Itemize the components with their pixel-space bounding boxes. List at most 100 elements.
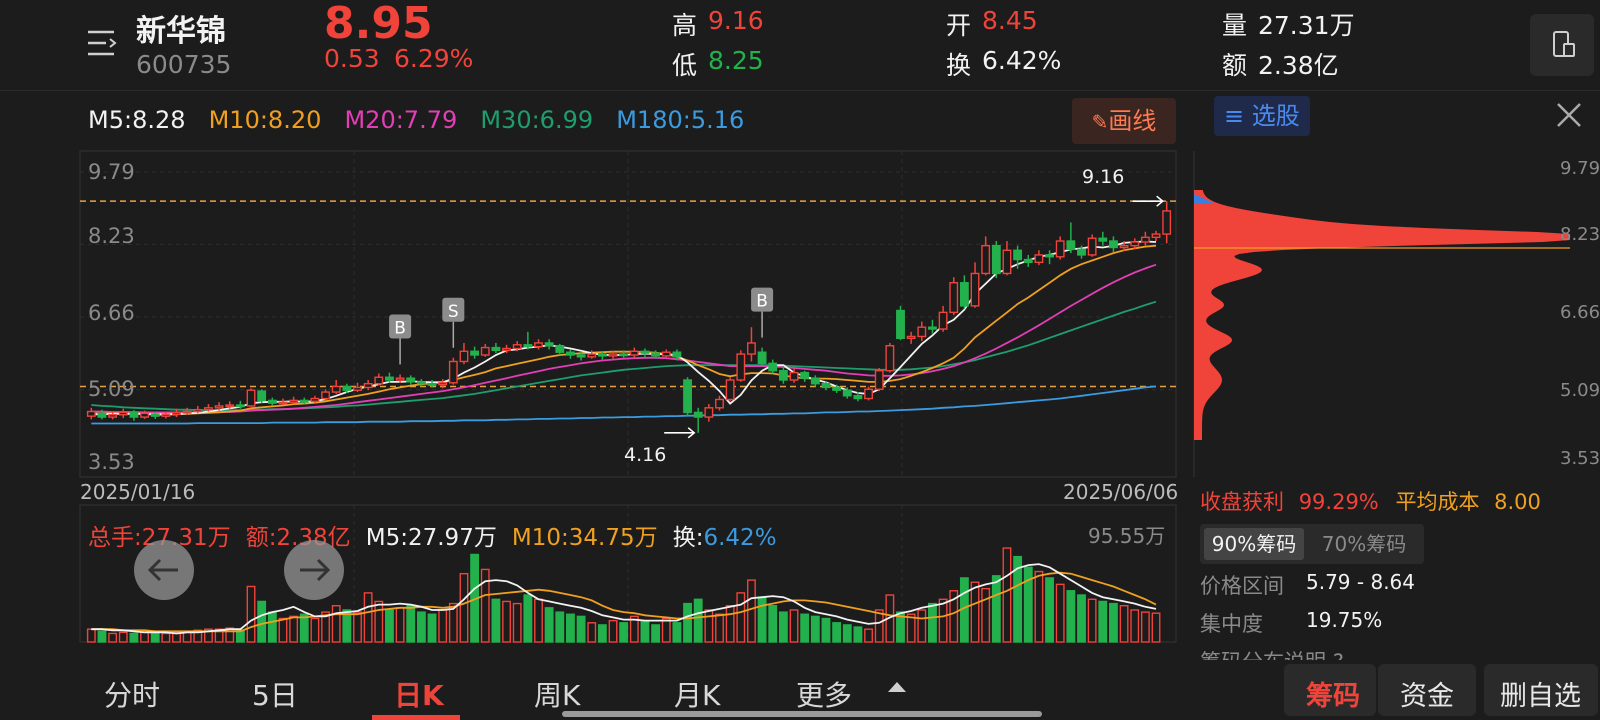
vol-turnover-value: 6.42% xyxy=(703,525,777,551)
candle-body-40 xyxy=(512,344,522,350)
trade-marker-label-0: B xyxy=(394,318,406,338)
candle-body-101 xyxy=(1162,210,1172,235)
tab-weekly-k[interactable]: 周K xyxy=(534,674,580,714)
candle-body-89 xyxy=(1034,254,1044,264)
candle-body-84 xyxy=(981,244,991,275)
close-icon[interactable] xyxy=(1554,100,1584,130)
volume-bar-72 xyxy=(853,626,863,643)
candle-body-69 xyxy=(821,383,831,389)
tab-daily-k[interactable]: 日K xyxy=(394,674,444,714)
volume-bar-96 xyxy=(1109,602,1118,643)
scroll-right-button[interactable] xyxy=(284,540,344,600)
candle-body-65 xyxy=(778,370,788,381)
candle-body-51 xyxy=(629,350,639,356)
chip-y-tick-4: 5.09 xyxy=(1560,380,1600,401)
candle-body-2 xyxy=(108,414,118,418)
volume-bar-33 xyxy=(438,609,448,643)
volume-bar-83 xyxy=(970,581,980,643)
candle-body-29 xyxy=(395,377,405,381)
volume-bar-61 xyxy=(736,592,746,643)
volume-bar-95 xyxy=(1098,600,1108,643)
price-range-label: 价格区间 xyxy=(1200,574,1284,598)
volume-bar-62 xyxy=(747,579,756,643)
volume-bar-17 xyxy=(267,611,277,643)
caret-up-icon[interactable] xyxy=(888,682,906,692)
volume-bar-55 xyxy=(672,622,682,643)
volume-bar-41 xyxy=(523,594,533,643)
tab-daily-k-underline xyxy=(372,715,460,720)
volume-bar-39 xyxy=(502,600,511,643)
avg-cost-label: 平均成本 xyxy=(1395,490,1480,514)
candle-body-79 xyxy=(928,326,937,330)
y-tick-2: 8.23 xyxy=(88,224,135,248)
candle-body-12 xyxy=(214,405,224,409)
candle-body-20 xyxy=(299,399,309,403)
chip-panel-title[interactable]: ≡ 选股 xyxy=(1214,96,1310,136)
candle-body-47 xyxy=(587,353,597,358)
volume-bar-65 xyxy=(778,611,788,643)
chip-y-tick-3: 6.66 xyxy=(1560,302,1600,323)
volume-bar-98 xyxy=(1130,609,1140,643)
tab-90-chip[interactable]: 90%筹码 xyxy=(1204,528,1304,560)
candle-body-68 xyxy=(810,377,820,385)
chip-y-tick-5: 3.53 xyxy=(1560,448,1600,469)
vol-m10: M10:34.75万 xyxy=(511,525,658,551)
volume-bar-29 xyxy=(395,607,405,643)
volume-bar-86 xyxy=(1002,547,1012,643)
volume-bar-46 xyxy=(576,615,586,643)
candle-body-31 xyxy=(416,381,426,385)
scroll-left-button[interactable] xyxy=(134,540,194,600)
chip-distribution xyxy=(1194,190,1570,440)
volume-bar-28 xyxy=(385,609,394,643)
candle-body-26 xyxy=(363,383,373,389)
volume-bar-43 xyxy=(544,607,554,643)
volume-bar-56 xyxy=(683,602,692,643)
candle-body-61 xyxy=(736,353,746,381)
volume-bar-26 xyxy=(363,592,373,643)
tab-5day[interactable]: 5日 xyxy=(252,674,298,714)
candle-body-94 xyxy=(1087,237,1097,256)
candle-body-77 xyxy=(906,335,916,340)
candle-body-6 xyxy=(150,413,160,417)
tab-more[interactable]: 更多 xyxy=(796,674,852,714)
y-tick-5: 3.53 xyxy=(88,450,135,474)
tab-timeshare[interactable]: 分时 xyxy=(104,674,160,714)
volume-bar-35 xyxy=(459,572,469,643)
volume-bar-78 xyxy=(917,609,927,643)
volume-bar-3 xyxy=(118,631,128,643)
candle-body-22 xyxy=(321,391,330,400)
profit-value: 99.29% xyxy=(1298,490,1379,514)
candle-body-30 xyxy=(406,377,416,383)
volume-bar-58 xyxy=(704,609,714,643)
candle-body-27 xyxy=(374,376,384,385)
volume-bar-42 xyxy=(534,598,543,643)
candle-body-85 xyxy=(991,244,1001,275)
volume-bar-91 xyxy=(1055,583,1065,643)
tab-70-chip[interactable]: 70%筹码 xyxy=(1312,528,1416,560)
candle-body-45 xyxy=(566,351,575,356)
volume-bar-52 xyxy=(640,619,650,643)
candle-body-52 xyxy=(640,350,650,354)
candle-body-11 xyxy=(204,407,213,411)
candle-body-19 xyxy=(289,399,299,403)
volume-bar-85 xyxy=(991,575,1001,643)
volume-bar-44 xyxy=(555,611,565,643)
candle-body-59 xyxy=(715,398,724,409)
candle-body-95 xyxy=(1098,237,1108,242)
volume-bar-67 xyxy=(800,613,810,643)
tab-monthly-k[interactable]: 月K xyxy=(674,674,720,714)
min-arrow-icon xyxy=(664,427,696,439)
volume-bar-63 xyxy=(757,596,767,643)
candle-body-23 xyxy=(331,385,341,393)
trade-marker-label-1: S xyxy=(448,302,459,322)
volume-bar-60 xyxy=(725,605,735,643)
chip-y-tick-1: 9.79 xyxy=(1560,158,1600,179)
candle-body-34 xyxy=(448,360,458,384)
candle-body-16 xyxy=(257,390,267,402)
candle-body-39 xyxy=(502,347,511,352)
candle-body-75 xyxy=(885,345,895,372)
chip-button-label: 筹码 xyxy=(1306,681,1360,712)
volume-bar-19 xyxy=(289,615,299,643)
candle-body-70 xyxy=(832,386,842,391)
volume-bar-20 xyxy=(299,613,309,643)
